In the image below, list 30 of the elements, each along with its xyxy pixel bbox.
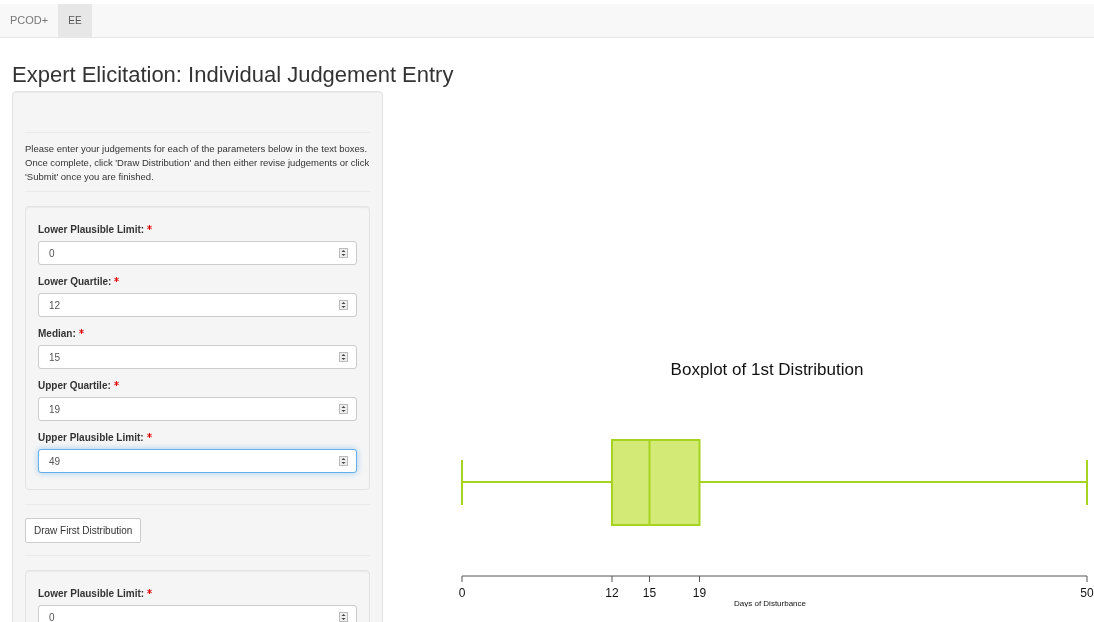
- tick-label: 50: [1080, 586, 1094, 601]
- tick-label: 0: [458, 586, 466, 601]
- field-label: Upper Plausible Limit:: [38, 431, 144, 446]
- nav-tab[interactable]: EE: [58, 4, 92, 37]
- spinner-icon[interactable]: [339, 612, 348, 622]
- instructions-text: Please enter your judgements for each of the parameters below in the text boxes. Once complete, click 'Draw Distribution' and then either revise judgements or click 'Submit' once you are finished.: [25, 142, 370, 185]
- field-label: Lower Quartile:: [38, 275, 112, 290]
- number-field[interactable]: 49: [38, 449, 357, 474]
- number-field[interactable]: 0: [38, 605, 357, 622]
- spinner-icon[interactable]: [339, 352, 348, 363]
- tick-label: 15: [642, 586, 657, 601]
- field-label: Lower Plausible Limit:: [38, 587, 145, 602]
- tick-label: 12: [605, 586, 619, 601]
- field-label: Median:: [38, 327, 76, 342]
- tick-label: 19: [692, 586, 707, 601]
- axis-label: Days of Disturbance: [734, 599, 806, 608]
- chart-title: Boxplot of 1st Distribution: [670, 360, 864, 380]
- nav-tab[interactable]: PCOD+: [0, 4, 59, 37]
- spinner-icon[interactable]: [339, 300, 348, 311]
- field-label: Upper Quartile:: [38, 379, 111, 394]
- spinner-icon[interactable]: [339, 248, 348, 259]
- number-field[interactable]: 12: [38, 293, 357, 318]
- page-title: Expert Elicitation: Individual Judgement Entry: [12, 62, 455, 89]
- number-field[interactable]: 0: [38, 241, 357, 266]
- spinner-icon[interactable]: [339, 404, 348, 415]
- number-field[interactable]: 19: [38, 397, 357, 422]
- field-label: Lower Plausible Limit:: [38, 223, 145, 238]
- draw-button[interactable]: Draw First Distribution: [25, 518, 142, 544]
- number-field[interactable]: 15: [38, 345, 357, 370]
- spinner-icon[interactable]: [339, 456, 348, 467]
